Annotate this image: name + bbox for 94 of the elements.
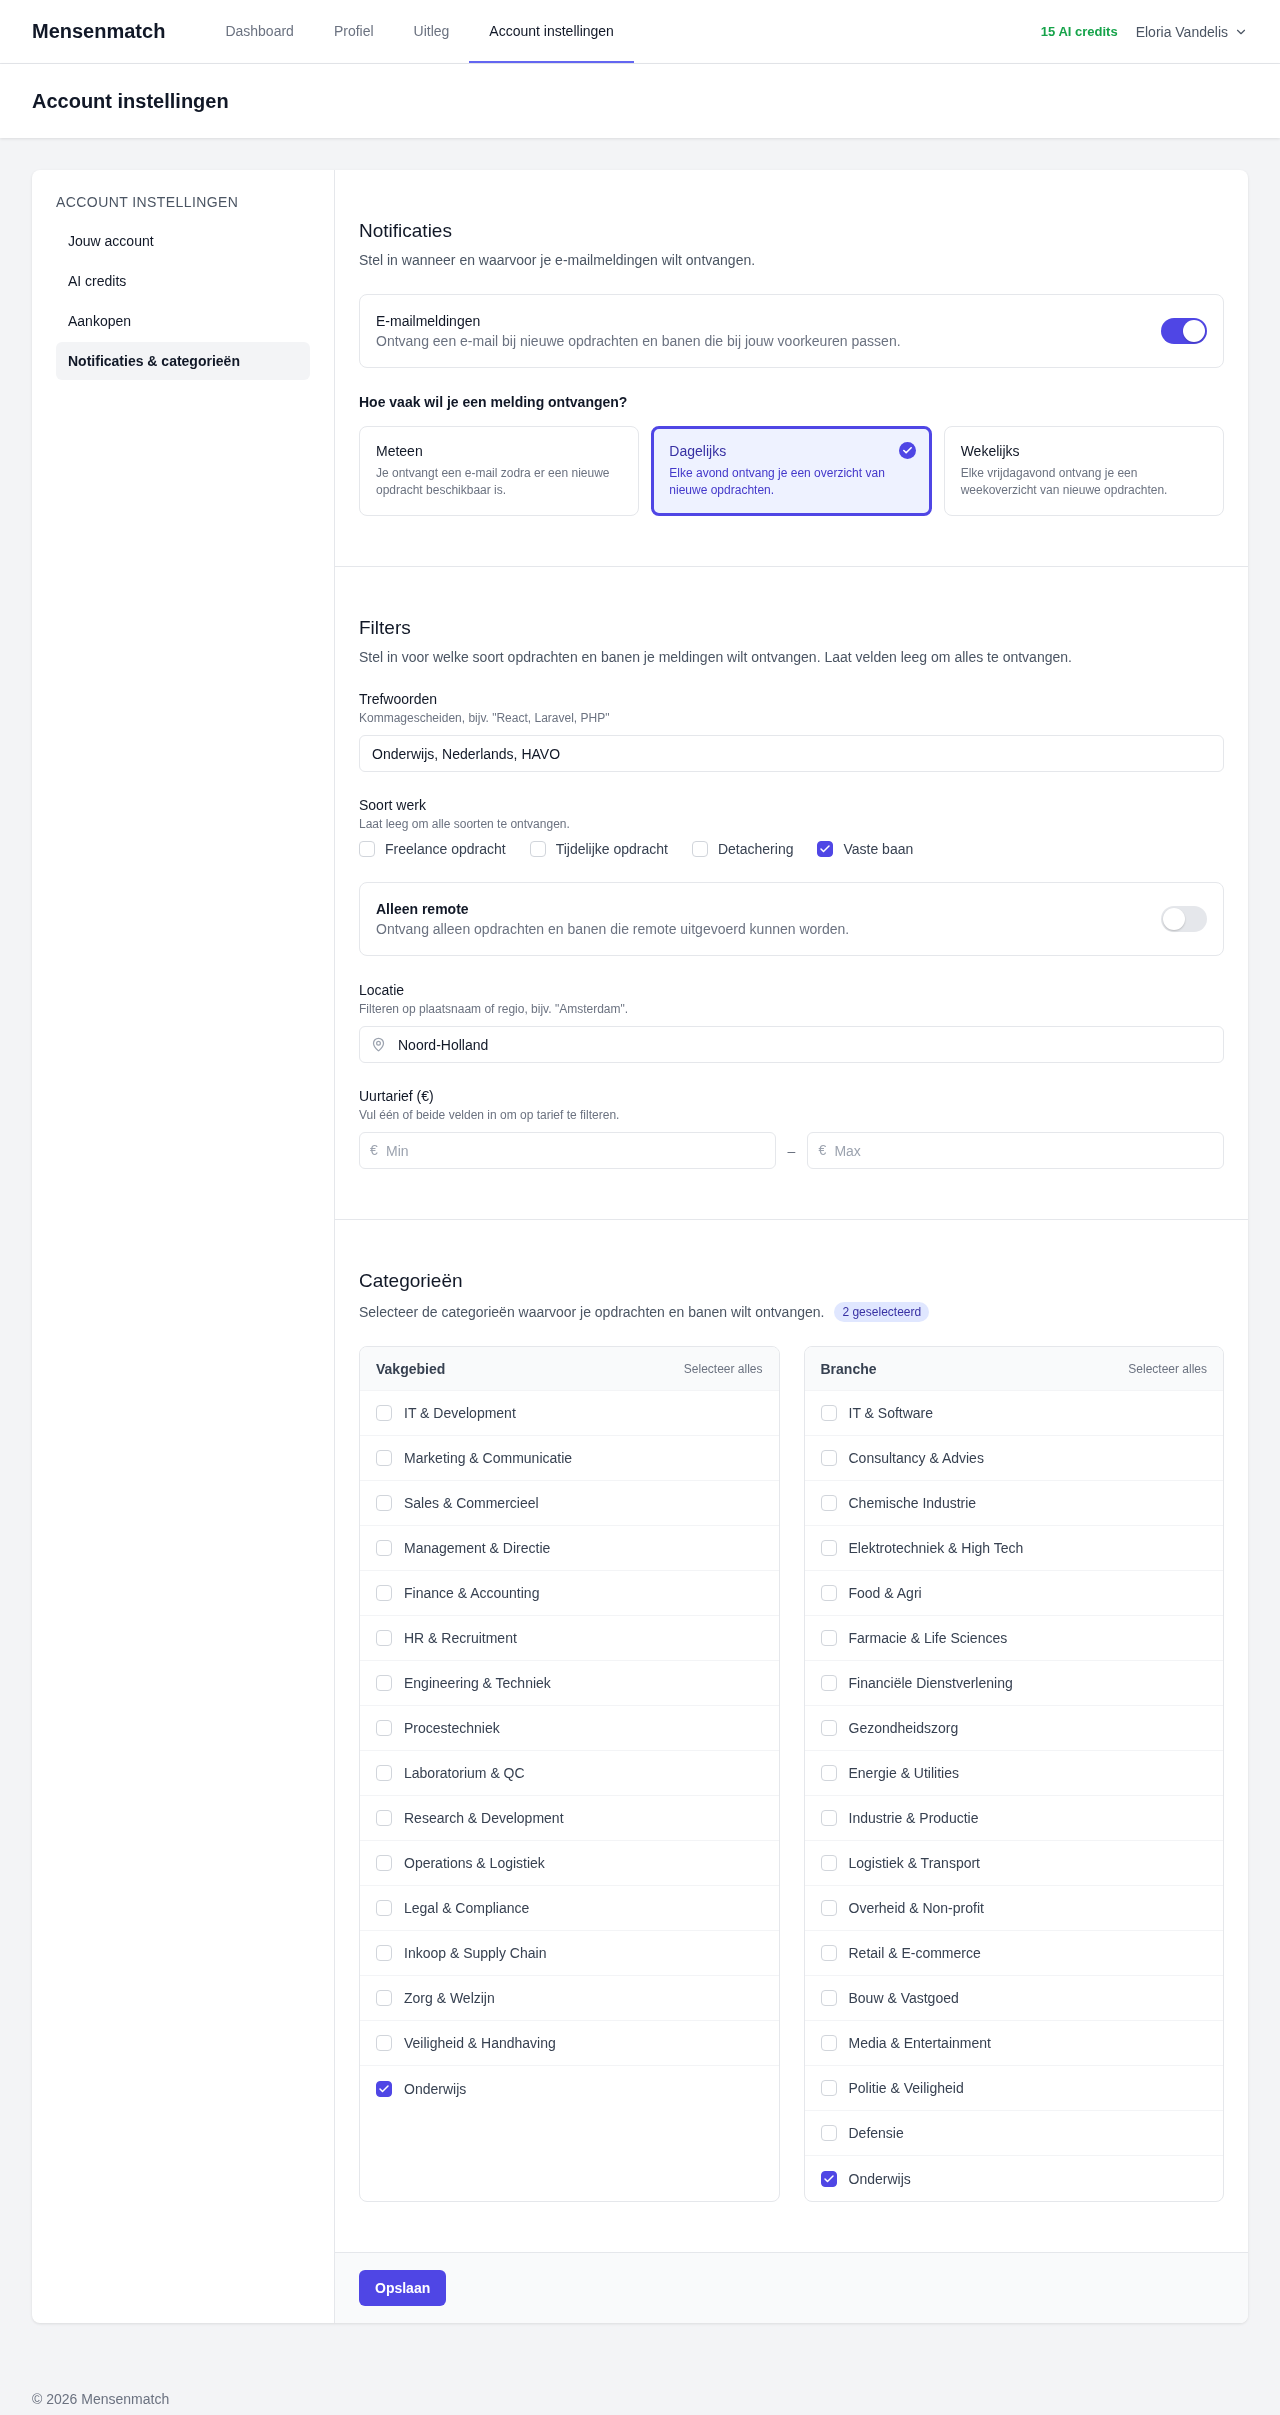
sidebar-heading: ACCOUNT INSTELLINGEN — [56, 194, 240, 210]
select-all-link[interactable]: Selecteer alles — [1128, 1361, 1207, 1376]
list-title: Branche — [820, 1360, 877, 1377]
category-label[interactable]: Procestechniek — [404, 1720, 500, 1736]
category-label[interactable]: Chemische Industrie — [848, 1495, 977, 1511]
setting-description: Ontvang alleen opdrachten en banen die remote uitgevoerd kunnen worden. — [376, 921, 850, 937]
section-description: Stel in wanneer en waarvoor je e-mailmeldingen wilt ontvangen. — [359, 252, 757, 268]
copyright-text: © 2026 Mensenmatch — [32, 2391, 170, 2407]
section-description: Selecteer de categorieën waarvoor je opdrachten en banen wilt ontvangen. — [359, 1304, 825, 1320]
field-label: Locatie — [359, 982, 406, 998]
category-label[interactable]: Inkoop & Supply Chain — [404, 1945, 547, 1961]
check-icon — [822, 2172, 835, 2185]
section-title: Filters — [359, 617, 412, 639]
category-label[interactable]: Overheid & Non-profit — [848, 1900, 984, 1916]
category-label[interactable]: Research & Development — [404, 1810, 564, 1826]
frequency-option[interactable]: Meteen Je ontvangt een e-mail zodra er een nieuwe opdracht beschikbaar is. — [359, 426, 640, 516]
category-label[interactable]: Energie & Utilities — [848, 1765, 959, 1781]
save-button[interactable]: Opslaan — [359, 2270, 447, 2306]
category-label[interactable]: Finance & Accounting — [404, 1585, 540, 1601]
category-label[interactable]: IT & Development — [404, 1405, 516, 1421]
toggle-switch[interactable] — [1161, 906, 1207, 932]
category-label[interactable]: Media & Entertainment — [848, 2035, 991, 2051]
toggle-switch[interactable] — [1161, 318, 1207, 344]
category-label[interactable]: IT & Software — [848, 1405, 934, 1421]
category-label[interactable]: Farmacie & Life Sciences — [848, 1630, 1008, 1646]
checkbox-label[interactable]: Detachering — [717, 841, 794, 857]
category-label[interactable]: Management & Directie — [404, 1540, 551, 1556]
field-hint: Kommagescheiden, bijv. "React, Laravel, PHP" — [359, 711, 611, 725]
nav-tab[interactable]: Profiel — [313, 0, 394, 63]
map-pin-icon — [371, 1037, 386, 1052]
section-description: Stel in voor welke soort opdrachten en banen je meldingen wilt ontvangen. Laat velden leeg om alles te ontvangen. — [359, 649, 1073, 665]
field-hint: Filteren op plaatsnaam of regio, bijv. "Amsterdam". — [359, 1002, 630, 1016]
category-label[interactable]: Politie & Veiligheid — [848, 2080, 964, 2096]
category-label[interactable]: Industrie & Productie — [848, 1810, 979, 1826]
location-field[interactable]: Noord-Holland — [359, 1026, 1224, 1063]
currency-prefix: € — [818, 1142, 827, 1158]
check-icon — [378, 2082, 390, 2095]
question-label: Hoe vaak wil je een melding ontvangen? — [359, 394, 629, 410]
setting-title: Alleen remote — [376, 901, 470, 917]
brand-logo[interactable]: Mensenmatch — [32, 0, 166, 63]
category-label[interactable]: Veiligheid & Handhaving — [404, 2035, 556, 2051]
category-label[interactable]: Onderwijs — [404, 2080, 467, 2097]
category-label[interactable]: Consultancy & Advies — [848, 1450, 984, 1466]
category-label[interactable]: Sales & Commercieel — [404, 1495, 539, 1511]
field-hint: Vul één of beide velden in om op tarief te filteren. — [359, 1108, 621, 1122]
field-hint: Laat leeg om alle soorten te ontvangen. — [359, 817, 571, 831]
select-all-link[interactable]: Selecteer alles — [683, 1361, 763, 1376]
frequency-option[interactable]: Wekelijks Elke vrijdagavond ontvang je een weekoverzicht van nieuwe opdrachten. — [943, 426, 1224, 516]
section-title: Categorieën — [359, 1270, 464, 1292]
credits-label: 15 AI credits — [1040, 24, 1118, 39]
currency-prefix: € — [370, 1142, 378, 1158]
category-label[interactable]: Logistiek & Transport — [848, 1855, 980, 1871]
keywords-field[interactable]: Onderwijs, Nederlands, HAVO — [359, 735, 1224, 772]
checkbox-label[interactable]: Tijdelijke opdracht — [555, 841, 668, 857]
sidebar-item[interactable]: Aankopen — [56, 302, 310, 340]
category-label[interactable]: Engineering & Techniek — [404, 1675, 551, 1691]
selected-count-badge: 2 geselecteerd — [834, 1302, 930, 1322]
checkbox[interactable] — [376, 2080, 392, 2097]
checkbox-label[interactable]: Freelance opdracht — [385, 841, 506, 857]
category-label[interactable]: Zorg & Welzijn — [404, 1990, 495, 2006]
nav-tab[interactable]: Uitleg — [393, 0, 470, 63]
check-icon — [898, 442, 916, 459]
page-title: Account instellingen — [32, 89, 229, 113]
category-label[interactable]: Retail & E-commerce — [848, 1945, 981, 1961]
checkbox-label[interactable]: Vaste baan — [843, 841, 914, 857]
category-label[interactable]: HR & Recruitment — [404, 1630, 517, 1646]
category-label[interactable]: Marketing & Communicatie — [404, 1450, 573, 1466]
sidebar-item[interactable]: Jouw account — [56, 222, 310, 260]
sidebar-item[interactable]: Notificaties & categorieën — [56, 342, 310, 380]
category-label[interactable]: Financiële Dienstverlening — [848, 1675, 1013, 1691]
checkbox[interactable] — [817, 841, 834, 857]
frequency-option[interactable]: Dagelijks Elke avond ontvang je een overzicht van nieuwe opdrachten. — [651, 426, 932, 516]
category-label[interactable]: Elektrotechniek & High Tech — [848, 1540, 1024, 1556]
field-label: Trefwoorden — [359, 691, 439, 707]
list-title: Vakgebied — [376, 1360, 446, 1377]
nav-tab[interactable]: Dashboard — [205, 0, 314, 63]
field-label: Soort werk — [359, 797, 427, 813]
setting-title: E-mailmeldingen — [376, 313, 482, 329]
checkbox[interactable] — [820, 2170, 837, 2187]
section-title: Notificaties — [359, 220, 453, 242]
category-label[interactable]: Onderwijs — [848, 2170, 911, 2187]
sidebar-item[interactable]: AI credits — [56, 262, 310, 300]
category-label[interactable]: Laboratorium & QC — [404, 1765, 525, 1781]
category-label[interactable]: Operations & Logistiek — [404, 1855, 545, 1871]
user-menu[interactable]: Eloria Vandelis — [1135, 23, 1248, 40]
setting-description: Ontvang een e-mail bij nieuwe opdrachten en banen die bij jouw voorkeuren passen. — [376, 333, 901, 349]
category-label[interactable]: Defensie — [848, 2125, 904, 2141]
category-label[interactable]: Gezondheidszorg — [848, 1720, 959, 1736]
category-label[interactable]: Bouw & Vastgoed — [848, 1990, 959, 2006]
field-label: Uurtarief (€) — [359, 1088, 435, 1104]
category-label[interactable]: Food & Agri — [848, 1585, 922, 1601]
check-icon — [819, 843, 832, 855]
range-separator: – — [787, 1142, 796, 1159]
category-label[interactable]: Legal & Compliance — [404, 1900, 530, 1916]
